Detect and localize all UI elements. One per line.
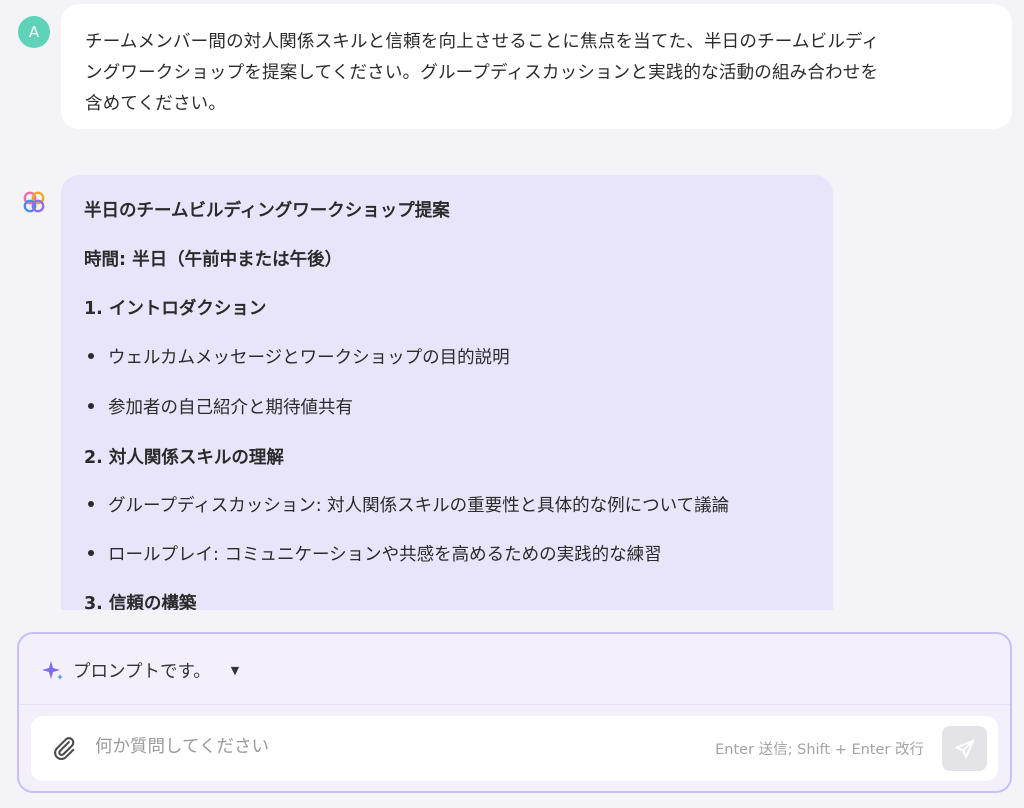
section-heading: 1. イントロダクション: [84, 299, 267, 319]
section-heading: 2. 対人関係スキルの理解: [84, 448, 284, 468]
bullet-icon: [88, 550, 94, 556]
shortcut-hint: Enter 送信; Shift + Enter 改行: [715, 742, 924, 758]
list-item-text: 参加者の自己紹介と期待値共有: [108, 398, 353, 418]
prompt-selector-label: プロンプトです。: [73, 661, 211, 682]
chat-area: A チームメンバー間の対人関係スキルと信頼を向上させることに焦点を当てた、半日の…: [0, 0, 1024, 610]
assistant-logo-icon: [23, 191, 45, 213]
user-avatar: A: [18, 16, 50, 48]
list-item: ロールプレイ: コミュニケーションや共感を高めるための実践的な練習: [88, 542, 662, 568]
list-item-text: ウェルカムメッセージとワークショップの目的説明: [108, 348, 510, 368]
list-item-text: ロールプレイ: コミュニケーションや共感を高めるための実践的な練習: [108, 545, 662, 565]
list-item: 参加者の自己紹介と期待値共有: [88, 395, 353, 421]
response-duration: 時間: 半日（午前中または午後）: [84, 250, 343, 270]
send-icon: [954, 739, 974, 758]
user-message-line: 含めてください。: [85, 94, 227, 114]
list-item: ウェルカムメッセージとワークショップの目的説明: [88, 345, 510, 371]
user-message-bubble: チームメンバー間の対人関係スキルと信頼を向上させることに焦点を当てた、半日のチー…: [61, 4, 1012, 129]
assistant-message-bubble: 半日のチームビルディングワークショップ提案 時間: 半日（午前中または午後） 1…: [61, 175, 833, 610]
composer-divider: [19, 704, 1010, 705]
response-title: 半日のチームビルディングワークショップ提案: [84, 201, 450, 221]
send-button[interactable]: [942, 726, 987, 771]
bullet-icon: [88, 403, 94, 409]
sparkle-icon: [42, 661, 63, 680]
section-heading: 3. 信頼の構築: [84, 594, 197, 610]
list-item-text: グループディスカッション: 対人関係スキルの重要性と具体的な例について議論: [108, 496, 730, 516]
prompt-selector-dropdown[interactable]: プロンプトです。 ▼: [41, 656, 239, 684]
paperclip-icon[interactable]: [51, 735, 77, 761]
message-input[interactable]: [95, 730, 655, 764]
bullet-icon: [88, 501, 94, 507]
bullet-icon: [88, 353, 94, 359]
caret-down-icon: ▼: [230, 663, 240, 677]
list-item: グループディスカッション: 対人関係スキルの重要性と具体的な例について議論: [88, 493, 729, 519]
message-input-row: Enter 送信; Shift + Enter 改行: [31, 716, 998, 781]
user-message-line: ングワークショップを提案してください。グループディスカッションと実践的な活動の組…: [85, 63, 879, 83]
composer-panel: プロンプトです。 ▼ Enter 送信; Shift + Enter 改行: [17, 632, 1012, 793]
user-message-line: チームメンバー間の対人関係スキルと信頼を向上させることに焦点を当てた、半日のチー…: [85, 32, 880, 52]
